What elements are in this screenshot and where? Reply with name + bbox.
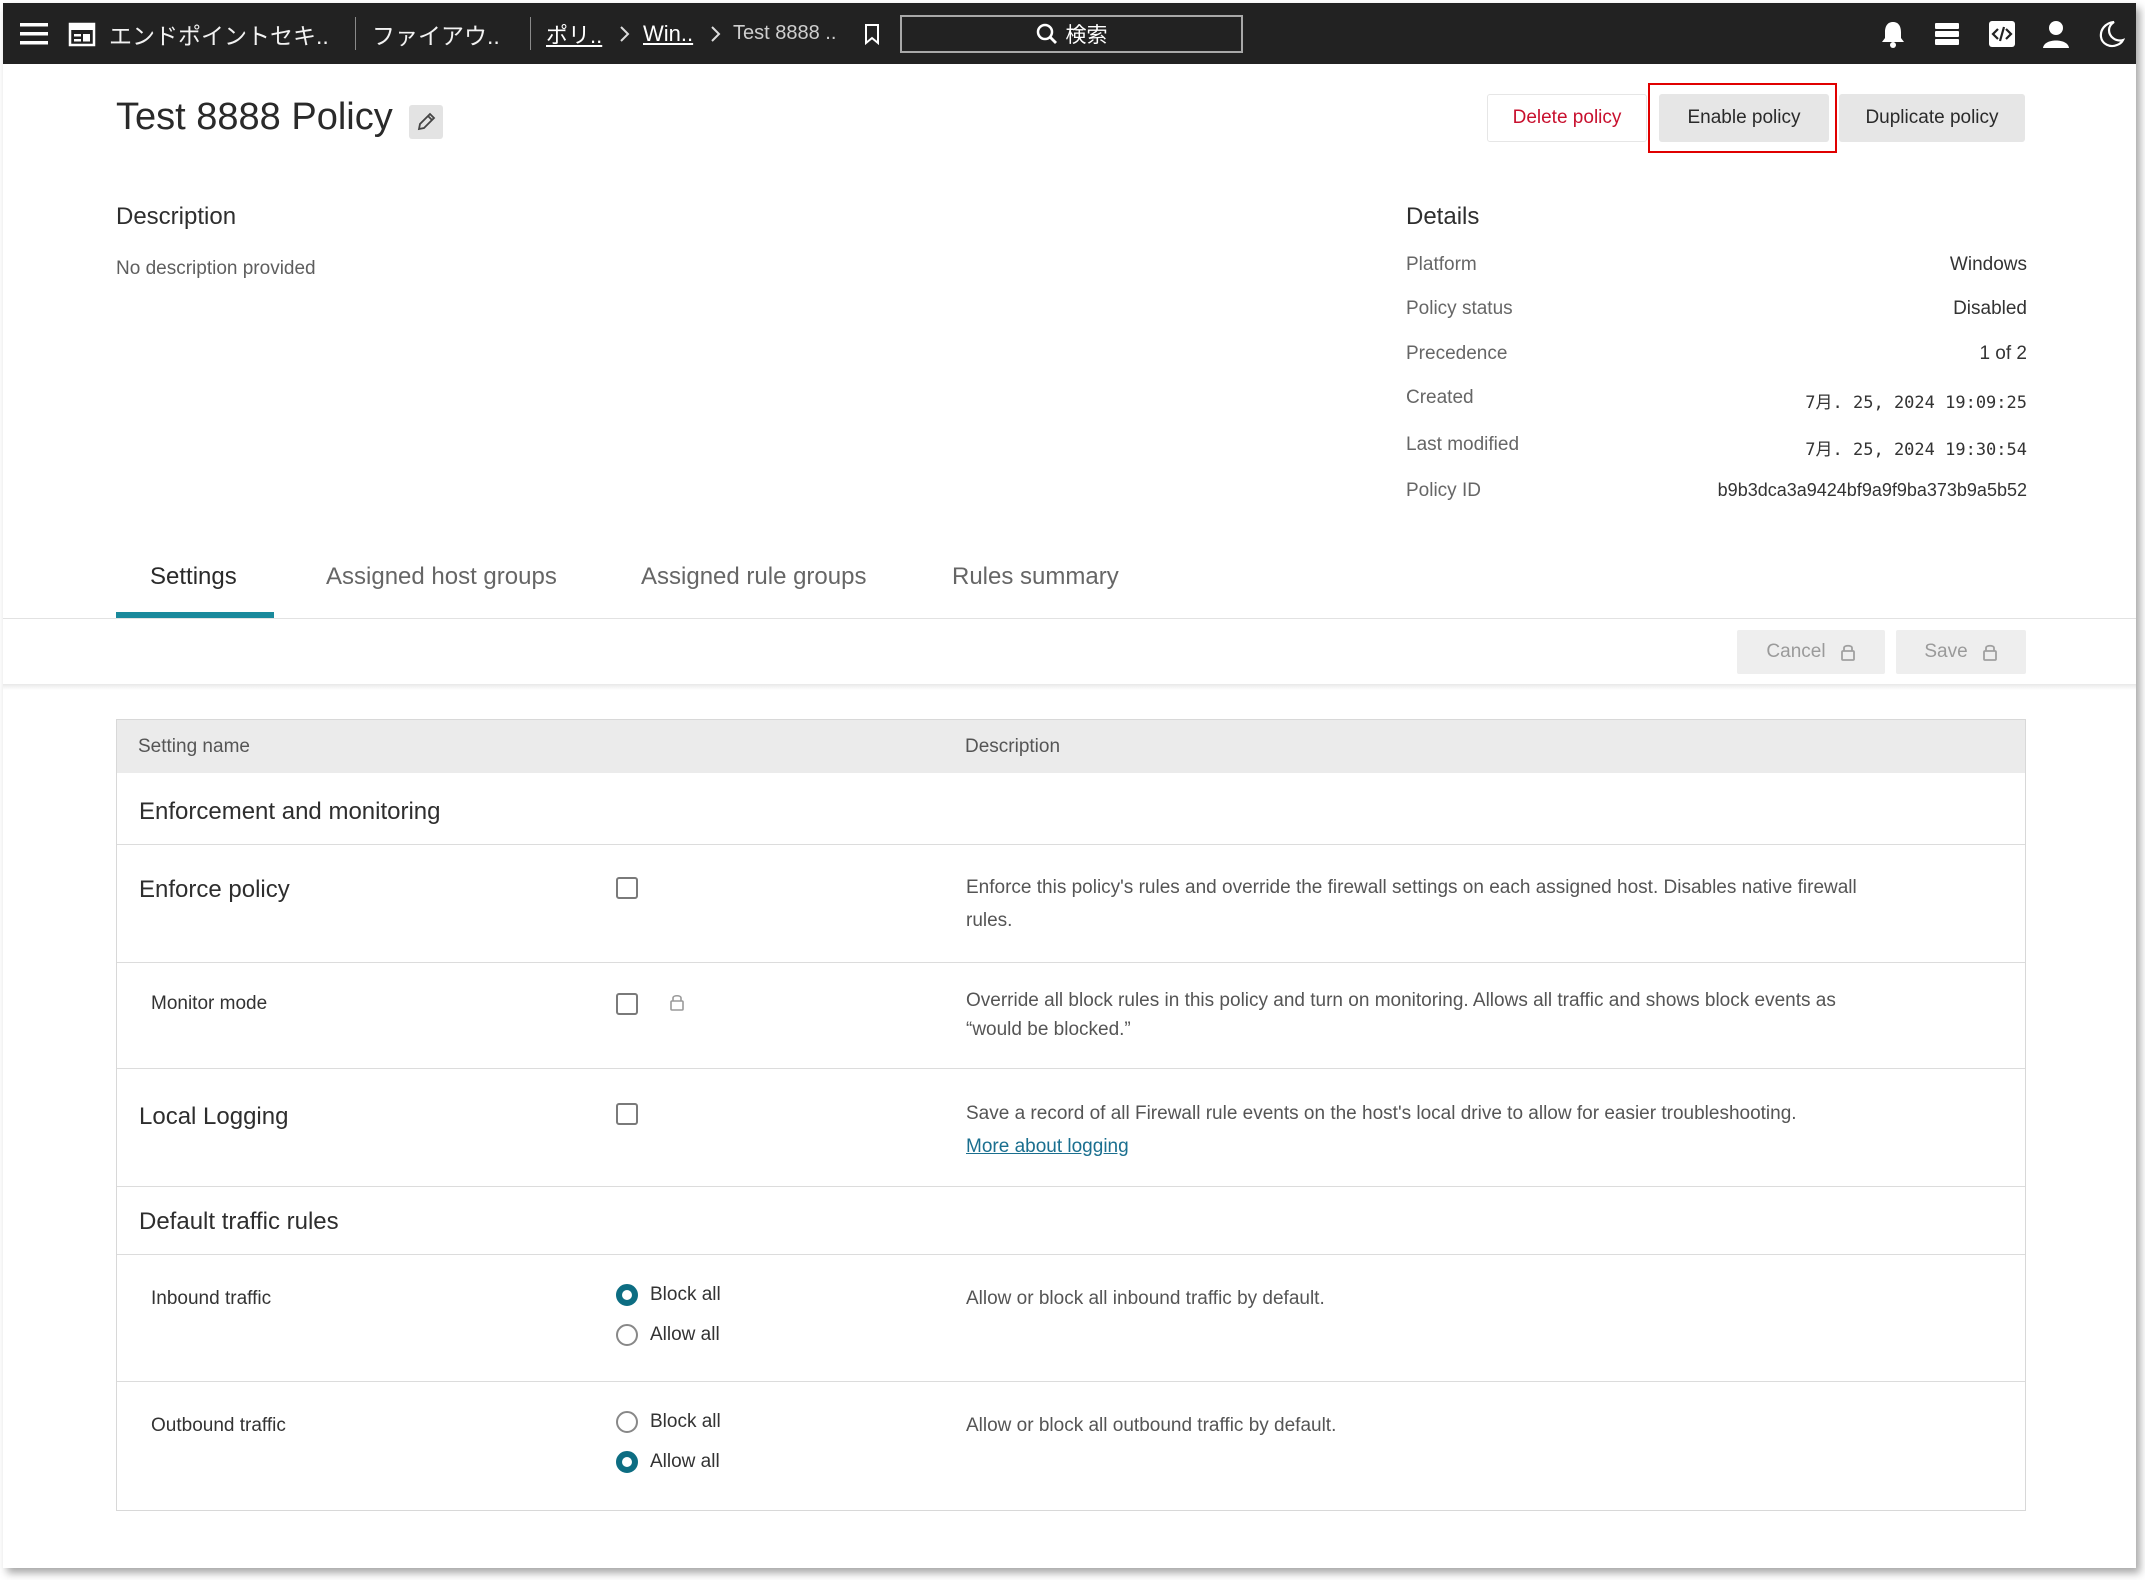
- detail-value-modified: 7月. 25, 2024 19:30:54: [1805, 440, 2027, 460]
- detail-value-created: 7月. 25, 2024 19:09:25: [1805, 393, 2027, 413]
- monitor-mode-description: Override all block rules in this policy …: [966, 990, 1836, 1040]
- chevron-right-icon: [615, 3, 635, 64]
- moon-icon[interactable]: [2093, 3, 2127, 64]
- divider: [117, 844, 2025, 845]
- local-logging-checkbox[interactable]: [616, 1103, 638, 1125]
- outbound-allow-all-option[interactable]: Allow all: [616, 1451, 720, 1473]
- lock-icon: [1840, 643, 1856, 661]
- detail-label-created: Created: [1406, 387, 1474, 408]
- search-input[interactable]: 検索: [900, 15, 1243, 53]
- duplicate-policy-button[interactable]: Duplicate policy: [1839, 94, 2025, 142]
- divider: [117, 1254, 2025, 1255]
- enforce-policy-checkbox[interactable]: [616, 877, 638, 899]
- stack-icon[interactable]: [1930, 3, 1964, 64]
- enforce-policy-description: Enforce this policy's rules and override…: [966, 877, 1857, 931]
- outbound-block-all-option[interactable]: Block all: [616, 1411, 721, 1433]
- detail-label-modified: Last modified: [1406, 434, 1520, 455]
- local-logging-description-text: Save a record of all Firewall rule event…: [966, 1103, 1797, 1124]
- divider: [117, 1068, 2025, 1069]
- local-logging-label: Local Logging: [139, 1103, 289, 1130]
- outbound-allow-all-label: Allow all: [650, 1451, 720, 1472]
- breadcrumb-windows[interactable]: Win..: [643, 3, 693, 64]
- code-icon[interactable]: [1985, 3, 2019, 64]
- group-enforcement-monitoring: Enforcement and monitoring: [139, 798, 441, 825]
- local-logging-description: Save a record of all Firewall rule event…: [966, 1097, 1866, 1163]
- detail-value-status: Disabled: [1953, 298, 2027, 319]
- radio-button[interactable]: [616, 1324, 638, 1346]
- description-text: No description provided: [116, 258, 316, 279]
- app-title[interactable]: エンドポイントセキ..: [109, 3, 329, 64]
- inbound-block-all-option[interactable]: Block all: [616, 1284, 721, 1306]
- detail-label-status: Policy status: [1406, 298, 1513, 319]
- page-title: Test 8888 Policy: [116, 96, 393, 138]
- divider: [355, 17, 356, 50]
- search-placeholder: 検索: [1065, 24, 1108, 47]
- outbound-traffic-label: Outbound traffic: [151, 1415, 286, 1436]
- cancel-label: Cancel: [1766, 641, 1826, 662]
- group-default-traffic-rules: Default traffic rules: [139, 1208, 339, 1235]
- radio-button-selected[interactable]: [616, 1284, 638, 1306]
- details-heading: Details: [1406, 203, 1480, 230]
- save-label: Save: [1924, 641, 1968, 662]
- monitor-mode-checkbox[interactable]: [616, 993, 638, 1015]
- app-window: エンドポイントセキ.. ファイアウ.. ポリ.. Win.. Test 8888…: [3, 3, 2136, 1568]
- inbound-traffic-label: Inbound traffic: [151, 1288, 272, 1309]
- edit-title-button[interactable]: [409, 105, 443, 139]
- tab-settings[interactable]: Settings: [150, 563, 237, 591]
- inbound-block-all-label: Block all: [650, 1284, 721, 1305]
- divider: [117, 1381, 2025, 1382]
- inbound-traffic-description: Allow or block all inbound traffic by de…: [966, 1288, 1325, 1309]
- outbound-traffic-description: Allow or block all outbound traffic by d…: [966, 1415, 1337, 1436]
- radio-button-selected[interactable]: [616, 1451, 638, 1473]
- breadcrumb-current: Test 8888 ..: [733, 22, 837, 44]
- radio-button[interactable]: [616, 1411, 638, 1433]
- table-header: Setting name Description: [117, 720, 2025, 773]
- save-button[interactable]: Save: [1896, 630, 2026, 674]
- settings-table: Setting name Description Enforcement and…: [116, 719, 2026, 1511]
- description-heading: Description: [116, 203, 237, 230]
- lock-icon: [1982, 643, 1998, 661]
- app-icon: [67, 3, 97, 64]
- tab-rules-summary[interactable]: Rules summary: [952, 563, 1119, 591]
- detail-label-precedence: Precedence: [1406, 343, 1508, 364]
- inbound-allow-all-label: Allow all: [650, 1324, 720, 1345]
- cancel-button[interactable]: Cancel: [1737, 630, 1885, 674]
- divider: [530, 17, 531, 50]
- more-about-logging-link[interactable]: More about logging: [966, 1136, 1129, 1157]
- detail-value-platform: Windows: [1949, 254, 2027, 275]
- divider: [3, 618, 2136, 619]
- breadcrumb-policies[interactable]: ポリ..: [546, 3, 602, 64]
- monitor-mode-label: Monitor mode: [151, 993, 268, 1014]
- bell-icon[interactable]: [1876, 3, 1910, 64]
- detail-value-policy-id: b9b3dca3a9424bf9a9f9ba373b9a5b52: [1717, 480, 2027, 500]
- top-navigation-bar: エンドポイントセキ.. ファイアウ.. ポリ.. Win.. Test 8888…: [3, 3, 2136, 64]
- tab-assigned-rule-groups[interactable]: Assigned rule groups: [641, 563, 866, 591]
- delete-policy-button[interactable]: Delete policy: [1487, 94, 1647, 142]
- enable-policy-highlight: [1648, 83, 1837, 153]
- section-title[interactable]: ファイアウ..: [372, 3, 500, 64]
- toolbar-shadow: [3, 684, 2136, 690]
- lock-icon: [669, 993, 685, 1016]
- pencil-icon: [415, 111, 437, 133]
- chevron-right-icon: [706, 3, 726, 64]
- column-setting-name: Setting name: [138, 735, 250, 757]
- search-icon: [1036, 23, 1058, 45]
- divider: [117, 1186, 2025, 1187]
- detail-label-platform: Platform: [1406, 254, 1477, 275]
- bookmark-icon[interactable]: [861, 3, 883, 64]
- detail-value-precedence: 1 of 2: [1979, 343, 2027, 364]
- user-icon[interactable]: [2039, 3, 2073, 64]
- tab-assigned-host-groups[interactable]: Assigned host groups: [326, 563, 557, 591]
- column-description: Description: [965, 735, 1061, 757]
- inbound-allow-all-option[interactable]: Allow all: [616, 1324, 720, 1346]
- outbound-block-all-label: Block all: [650, 1411, 721, 1432]
- menu-icon[interactable]: [17, 3, 51, 64]
- enforce-policy-label: Enforce policy: [139, 876, 290, 903]
- detail-label-policy-id: Policy ID: [1406, 480, 1481, 501]
- divider: [117, 962, 2025, 963]
